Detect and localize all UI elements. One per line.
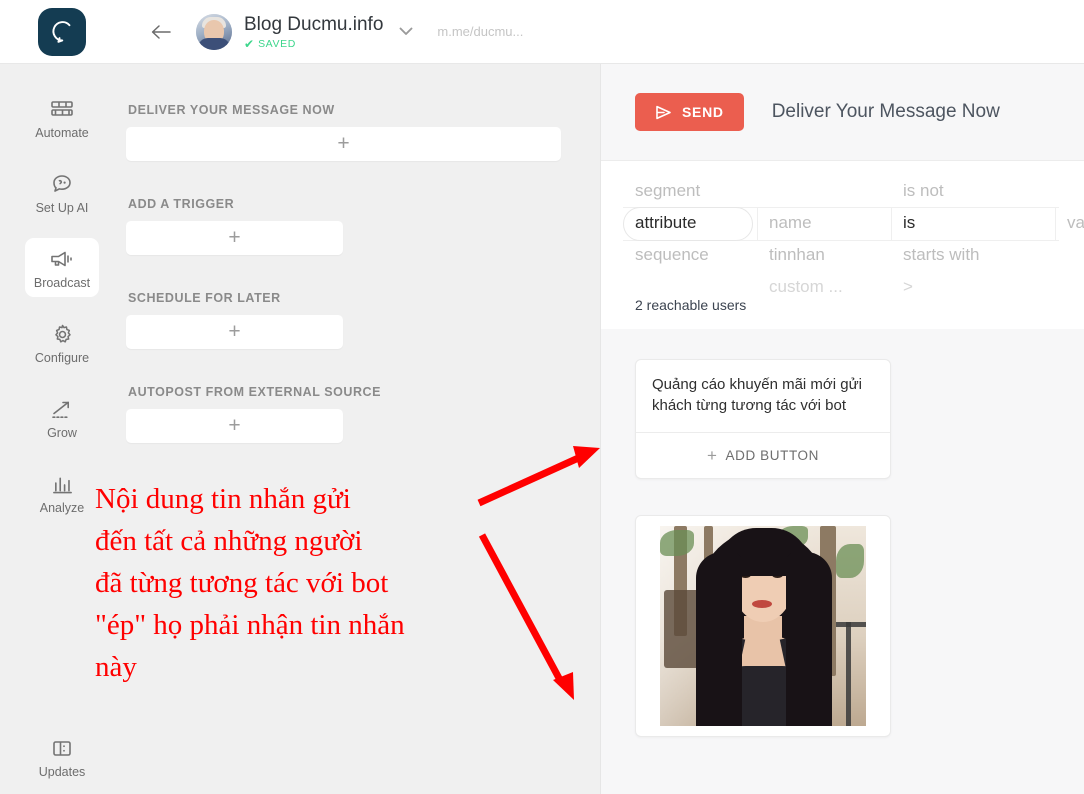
filter-column-divider (1055, 207, 1056, 241)
add-autopost-button[interactable]: + (126, 409, 343, 443)
filter-operator-column[interactable]: is not is starts with > (903, 175, 980, 303)
updates-icon (51, 736, 73, 760)
sidebar-item-updates[interactable]: Updates (25, 727, 99, 786)
plus-icon: + (706, 445, 718, 465)
filter-option[interactable]: segment (635, 175, 709, 207)
filter-column-divider (757, 207, 758, 241)
sidebar-item-label: Set Up AI (35, 201, 89, 215)
sidebar-item-label: Updates (38, 765, 86, 779)
preview-header-title: Deliver Your Message Now (771, 101, 1000, 122)
add-schedule-button[interactable]: + (126, 315, 343, 349)
chat-bubble-logo[interactable] (38, 7, 86, 56)
filter-option[interactable] (1067, 175, 1084, 207)
filter-option[interactable]: > (903, 271, 980, 303)
filter-column-divider (891, 207, 892, 241)
section-autopost: AUTOPOST FROM EXTERNAL SOURCE + (126, 385, 381, 443)
saved-label: SAVED (258, 37, 296, 50)
app-root: Blog Ducmu.info ✔ SAVED m.me/ducmu... Au… (0, 0, 1084, 794)
audience-filter: segment attribute sequence name tinnhan … (601, 161, 1084, 329)
filter-option[interactable]: custom ... (769, 271, 843, 303)
filter-option[interactable]: tinnhan (769, 239, 843, 271)
section-schedule-later: SCHEDULE FOR LATER + (126, 291, 343, 349)
growth-arrow-icon (50, 397, 74, 421)
send-paper-plane-icon (655, 105, 672, 120)
sidebar-item-label: Configure (34, 351, 90, 365)
sidebar-item-set-up-ai[interactable]: Set Up AI (25, 163, 99, 222)
filter-option[interactable]: sequence (635, 239, 709, 271)
broadcast-megaphone-icon (49, 247, 75, 271)
set-up-ai-icon (50, 172, 74, 196)
sidebar-item-label: Automate (35, 126, 89, 140)
top-bar: Blog Ducmu.info ✔ SAVED m.me/ducmu... (0, 0, 1084, 64)
mme-url[interactable]: m.me/ducmu... (437, 24, 523, 39)
add-button-action[interactable]: + ADD BUTTON (636, 433, 890, 478)
section-label: DELIVER YOUR MESSAGE NOW (128, 103, 335, 117)
filter-value-column[interactable]: value (1067, 175, 1084, 303)
filter-option-selected[interactable]: attribute (635, 207, 709, 239)
text-message-card[interactable]: Quảng cáo khuyến mãi mới gửi khách từng … (635, 359, 891, 479)
section-label: ADD A TRIGGER (128, 197, 235, 211)
preview-cards: Quảng cáo khuyến mãi mới gửi khách từng … (601, 329, 1084, 737)
send-button[interactable]: SEND (635, 93, 744, 131)
message-preview-panel: SEND Deliver Your Message Now segment at… (600, 64, 1084, 794)
filter-option[interactable] (769, 175, 843, 207)
send-button-label: SEND (682, 104, 724, 120)
message-text[interactable]: Quảng cáo khuyến mãi mới gửi khách từng … (636, 360, 890, 432)
avatar[interactable] (196, 13, 232, 50)
filter-option-selected[interactable]: is (903, 207, 980, 239)
check-icon: ✔ (244, 36, 255, 51)
section-label: SCHEDULE FOR LATER (128, 291, 281, 305)
filter-picker: segment attribute sequence name tinnhan … (623, 175, 1084, 296)
automate-icon (50, 97, 74, 121)
filter-option[interactable]: is not (903, 175, 980, 207)
sidebar-item-automate[interactable]: Automate (25, 88, 99, 147)
add-button-label: ADD BUTTON (725, 448, 820, 463)
add-deliver-now-button[interactable]: + (126, 127, 561, 161)
bar-chart-icon (51, 472, 74, 496)
sidebar-item-label: Analyze (39, 501, 85, 515)
add-trigger-button[interactable]: + (126, 221, 343, 255)
chevron-down-icon[interactable] (399, 27, 413, 36)
sidebar-item-analyze[interactable]: Analyze (25, 463, 99, 522)
status-badge: ✔ SAVED (244, 38, 383, 50)
filter-type-column[interactable]: segment attribute sequence (635, 175, 709, 303)
sidebar-item-label: Broadcast (33, 276, 91, 290)
page-title-block: Blog Ducmu.info ✔ SAVED (244, 14, 383, 50)
sidebar-item-broadcast[interactable]: Broadcast (25, 238, 99, 297)
filter-option[interactable]: starts with (903, 239, 980, 271)
broadcast-photo (660, 526, 866, 726)
sidebar-item-label: Grow (47, 426, 77, 440)
sidebar-bottom: Updates (0, 727, 124, 786)
filter-field-column[interactable]: name tinnhan custom ... (769, 175, 843, 303)
image-message-card[interactable] (635, 515, 891, 737)
filter-option-selected[interactable]: name (769, 207, 843, 239)
filter-option[interactable] (635, 271, 709, 303)
back-arrow-icon[interactable] (148, 19, 174, 45)
section-deliver-now: DELIVER YOUR MESSAGE NOW + (126, 103, 561, 161)
filter-option-selected[interactable]: value (1067, 207, 1084, 239)
annotation-text: Nội dung tin nhắn gửi đến tất cả những n… (95, 483, 405, 683)
gear-icon (51, 322, 74, 346)
preview-header: SEND Deliver Your Message Now (601, 64, 1084, 161)
page-title: Blog Ducmu.info (244, 13, 384, 35)
sidebar-item-configure[interactable]: Configure (25, 313, 99, 372)
filter-option[interactable] (1067, 239, 1084, 271)
section-label: AUTOPOST FROM EXTERNAL SOURCE (128, 385, 382, 399)
filter-option[interactable] (1067, 271, 1084, 303)
sidebar-item-grow[interactable]: Grow (25, 388, 99, 447)
section-add-trigger: ADD A TRIGGER + (126, 197, 343, 255)
